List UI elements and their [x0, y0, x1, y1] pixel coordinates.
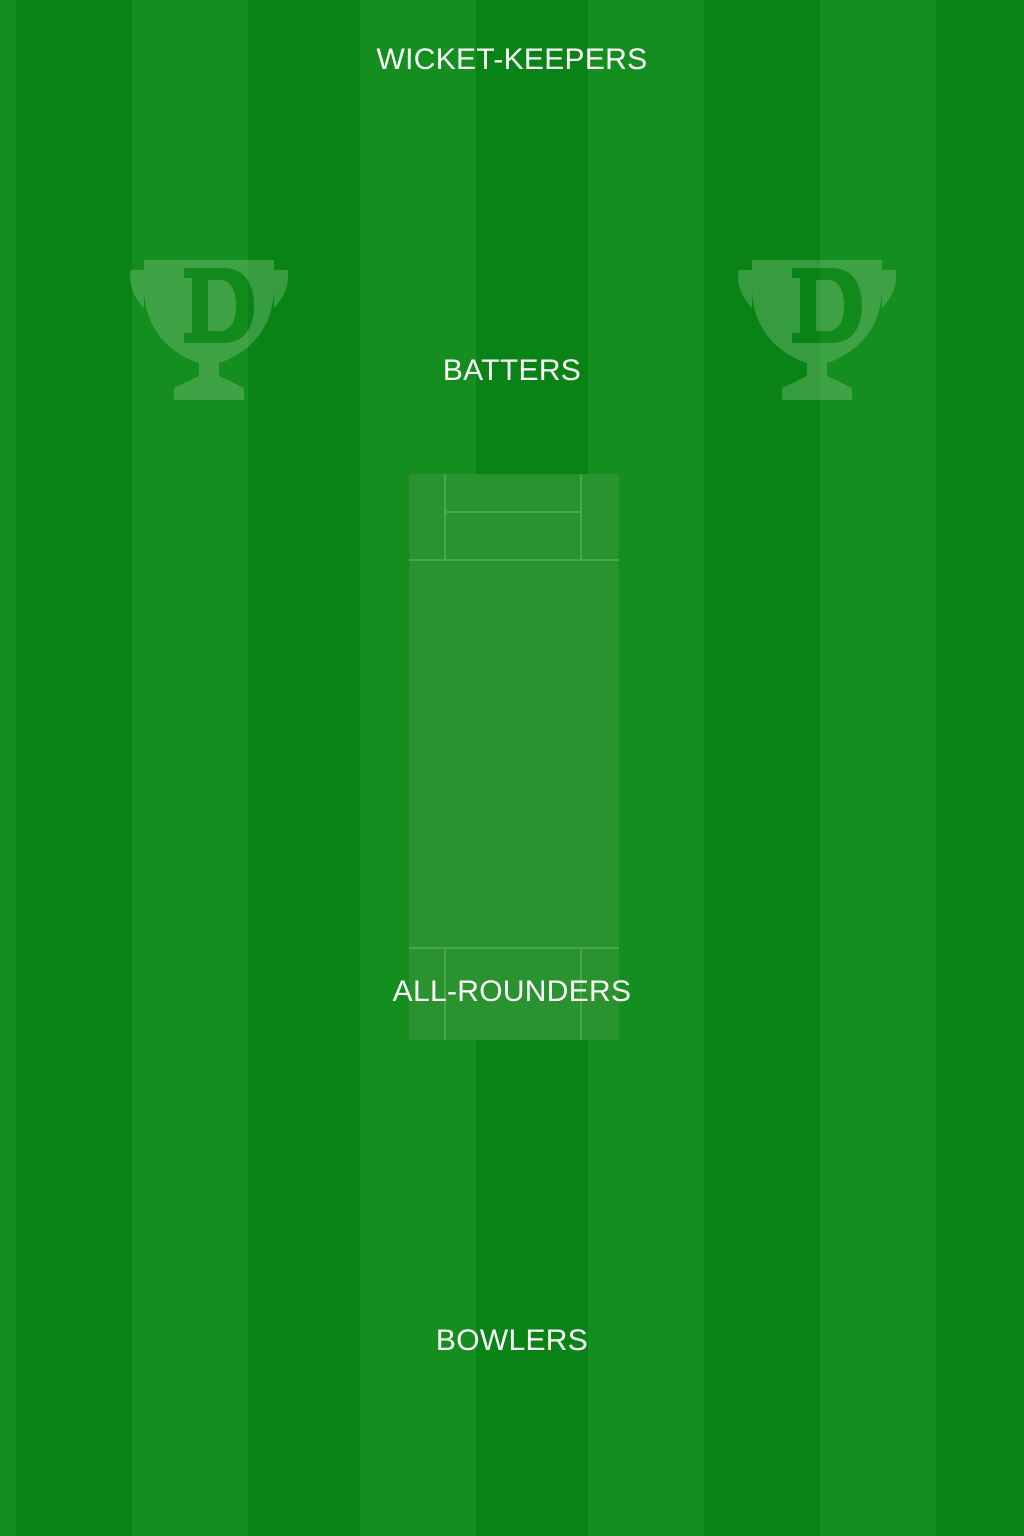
section-label-bowlers: BOWLERS — [435, 1324, 589, 1357]
section-label-wicket-keepers: WICKET-KEEPERS — [376, 43, 648, 76]
cricket-field: WICKET-KEEPERS BATTERS ALL-ROUNDERS BOWL… — [0, 0, 1024, 1536]
section-label-batters: BATTERS — [442, 354, 582, 387]
cricket-pitch — [409, 474, 619, 1040]
section-label-all-rounders: ALL-ROUNDERS — [392, 975, 632, 1008]
